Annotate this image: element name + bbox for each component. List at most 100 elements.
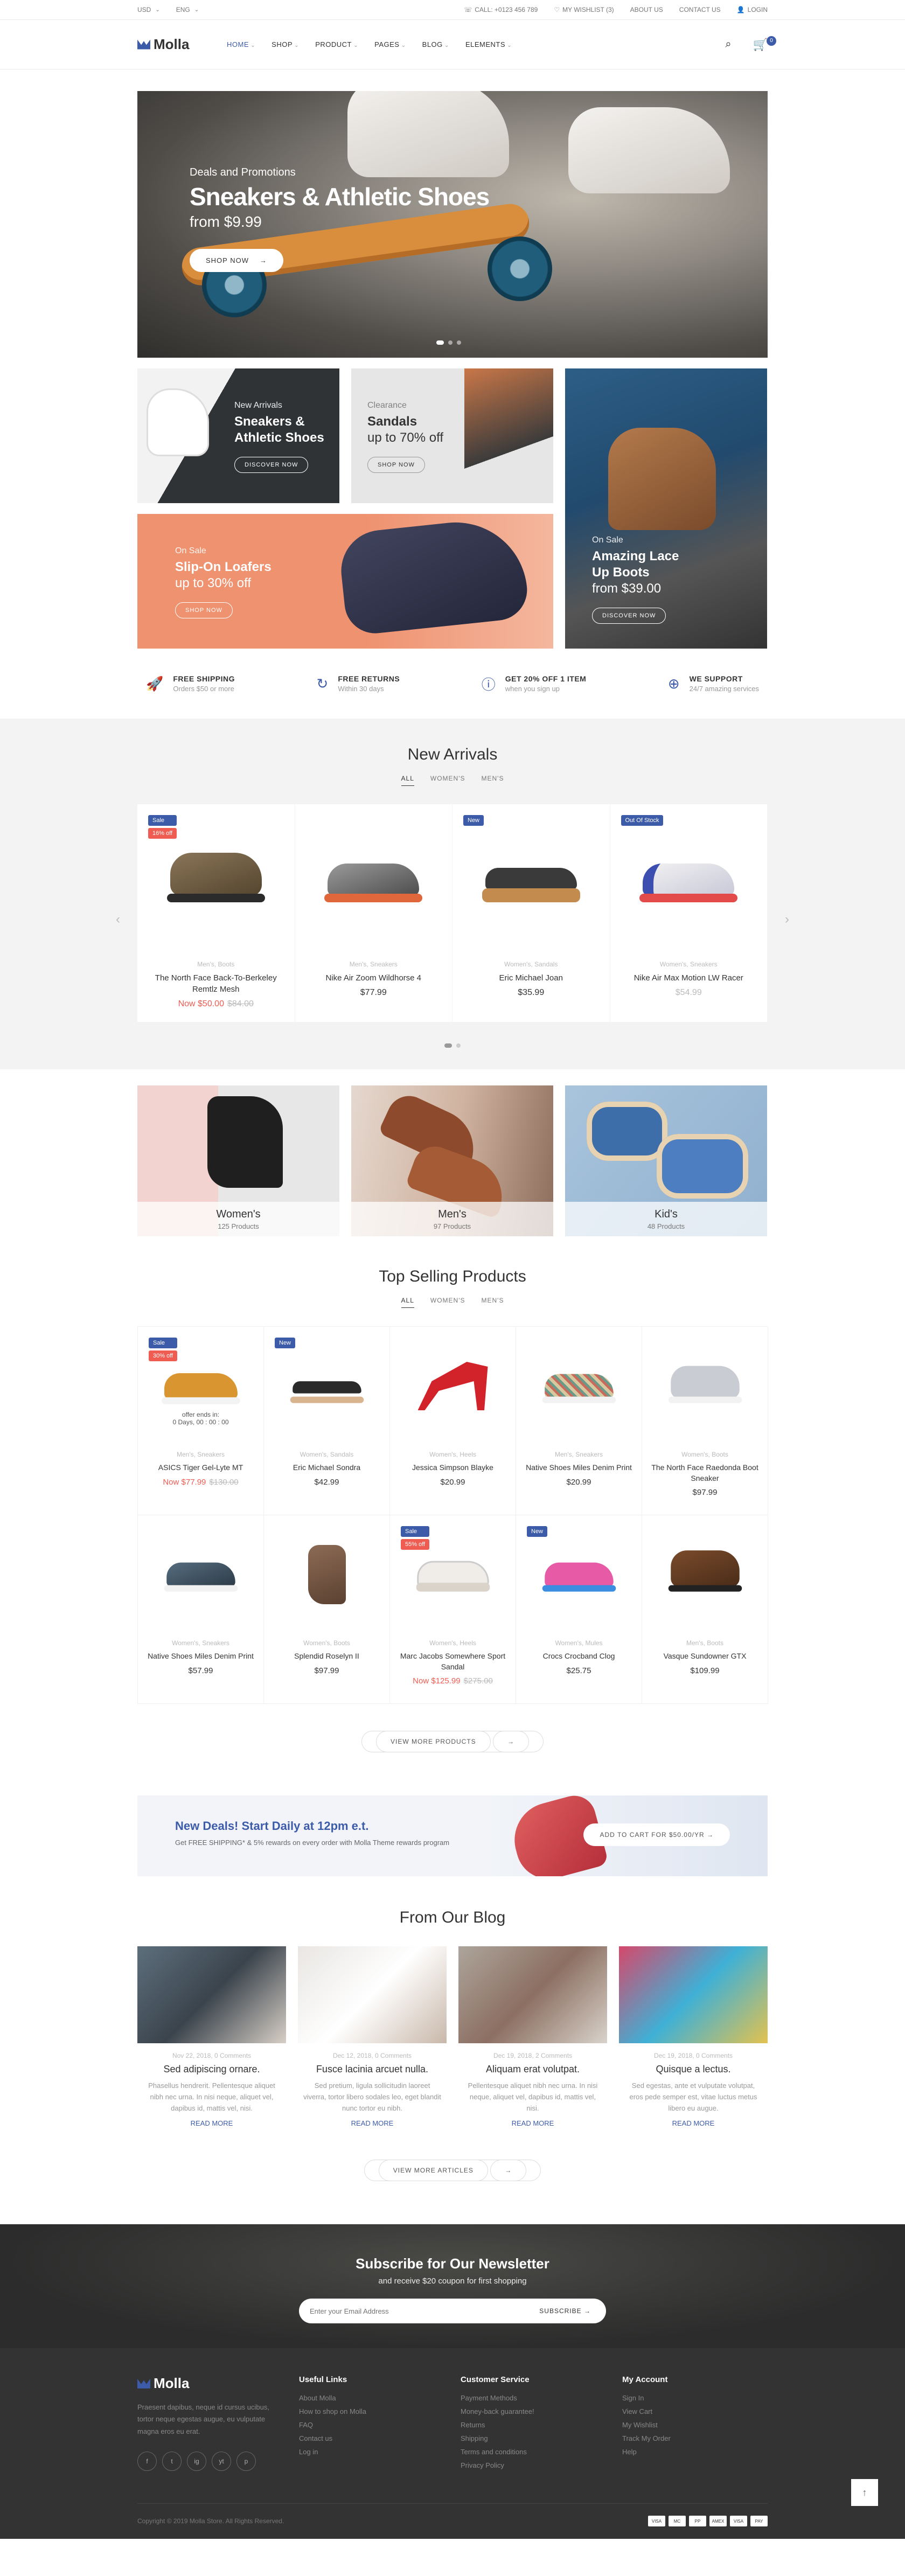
nav-elements[interactable]: ELEMENTS <box>465 40 512 48</box>
view-more-articles-button[interactable]: VIEW MORE ARTICLES → <box>364 2160 541 2182</box>
footer-link[interactable]: About Molla <box>299 2394 461 2402</box>
product-name[interactable]: Crocs Crocband Clog <box>516 1651 642 1662</box>
instagram-icon[interactable]: ig <box>187 2451 206 2471</box>
footer-link[interactable]: Contact us <box>299 2434 461 2442</box>
product-card[interactable]: Sale 55% off Women's, Heels Marc Jacobs S… <box>390 1515 516 1704</box>
tab-mens[interactable]: MEN'S <box>482 1297 504 1308</box>
footer-link[interactable]: Help <box>622 2448 768 2456</box>
phone-link[interactable]: ☏ CALL: +0123 456 789 <box>464 6 538 13</box>
login-link[interactable]: 👤 LOGIN <box>737 6 768 13</box>
product-image[interactable] <box>642 1327 768 1445</box>
product-name[interactable]: Splendid Roselyn II <box>264 1651 389 1662</box>
banner-boots[interactable]: On Sale Amazing Lace Up Boots from $39.0… <box>565 368 767 649</box>
shop-now-button[interactable]: SHOP NOW <box>367 457 425 473</box>
pinterest-icon[interactable]: p <box>236 2451 256 2471</box>
chevron-left-icon[interactable]: ‹ <box>116 912 120 927</box>
site-logo[interactable]: Molla <box>137 36 227 53</box>
product-category[interactable]: Women's, Sandals <box>264 1451 389 1458</box>
product-category[interactable]: Men's, Boots <box>642 1639 768 1647</box>
product-image[interactable] <box>390 1327 516 1445</box>
read-more-link[interactable]: READ MORE <box>298 2119 447 2127</box>
tab-mens[interactable]: MEN'S <box>482 775 504 786</box>
currency-select[interactable]: USD <box>137 6 160 13</box>
footer-logo[interactable]: Molla <box>137 2375 299 2392</box>
product-image[interactable] <box>264 1515 389 1634</box>
footer-link[interactable]: Money-back guarantee! <box>461 2407 622 2415</box>
footer-link[interactable]: My Wishlist <box>622 2421 768 2429</box>
footer-link[interactable]: Sign In <box>622 2394 768 2402</box>
product-category[interactable]: Women's, Heels <box>390 1451 516 1458</box>
product-card[interactable]: Men's, Sneakers Native Shoes Miles Denim… <box>516 1327 642 1515</box>
language-select[interactable]: ENG <box>176 6 199 13</box>
facebook-icon[interactable]: f <box>137 2451 157 2471</box>
search-icon[interactable]: ⌕ <box>725 38 731 51</box>
product-name[interactable]: Eric Michael Joan <box>452 972 610 984</box>
subscribe-button[interactable]: SUBSCRIBE → <box>526 2307 604 2315</box>
footer-link[interactable]: Payment Methods <box>461 2394 622 2402</box>
product-category[interactable]: Women's, Sneakers <box>610 960 768 968</box>
product-name[interactable]: Eric Michael Sondra <box>264 1463 389 1473</box>
nav-blog[interactable]: BLOG <box>422 40 449 48</box>
category-kids[interactable]: Kid's 48 Products <box>565 1085 767 1236</box>
product-name[interactable]: Native Shoes Miles Denim Print <box>516 1463 642 1473</box>
nav-pages[interactable]: PAGES <box>374 40 406 48</box>
product-image[interactable] <box>610 804 768 955</box>
product-card[interactable]: New Women's, Sandals Eric Michael Sondra… <box>264 1327 390 1515</box>
nav-shop[interactable]: SHOP <box>272 40 299 48</box>
product-name[interactable]: ASICS Tiger Gel-Lyte MT <box>138 1463 263 1473</box>
slider-dot[interactable] <box>436 340 444 345</box>
product-card[interactable]: Women's, Boots Splendid Roselyn II $97.9… <box>264 1515 390 1704</box>
product-image[interactable] <box>452 804 610 955</box>
contact-link[interactable]: CONTACT US <box>679 6 721 13</box>
product-card[interactable]: Men's, Boots Vasque Sundowner GTX $109.9… <box>642 1515 768 1704</box>
product-name[interactable]: The North Face Back-To-Berkeley Remtlz M… <box>137 972 295 995</box>
youtube-icon[interactable]: yt <box>212 2451 231 2471</box>
product-image[interactable] <box>516 1327 642 1445</box>
product-card[interactable]: New Women's, Mules Crocs Crocband Clog $… <box>516 1515 642 1704</box>
product-category[interactable]: Men's, Sneakers <box>295 960 452 968</box>
shop-now-button[interactable]: SHOP NOW <box>175 602 233 618</box>
product-card[interactable]: Women's, Boots The North Face Raedonda B… <box>642 1327 768 1515</box>
nav-home[interactable]: HOME <box>227 40 255 48</box>
banner-new-arrivals[interactable]: New Arrivals Sneakers & Athletic Shoes D… <box>137 368 339 503</box>
product-name[interactable]: Jessica Simpson Blayke <box>390 1463 516 1473</box>
slider-dot[interactable] <box>457 340 461 345</box>
read-more-link[interactable]: READ MORE <box>619 2119 768 2127</box>
footer-link[interactable]: Returns <box>461 2421 622 2429</box>
post-image[interactable] <box>619 1946 768 2043</box>
hero-slider[interactable]: Deals and Promotions Sneakers & Athletic… <box>137 91 768 358</box>
footer-link[interactable]: Privacy Policy <box>461 2461 622 2469</box>
footer-link[interactable]: How to shop on Molla <box>299 2407 461 2415</box>
add-to-cart-button[interactable]: ADD TO CART FOR $50.00/YR → <box>583 1823 730 1846</box>
product-card[interactable]: Sale 30% off offer ends in: 0 Days, 00 : 0… <box>138 1327 264 1515</box>
product-category[interactable]: Women's, Mules <box>516 1639 642 1647</box>
view-more-products-button[interactable]: VIEW MORE PRODUCTS → <box>361 1731 544 1752</box>
discover-button[interactable]: DISCOVER NOW <box>592 608 666 624</box>
email-input[interactable] <box>310 2307 527 2315</box>
product-category[interactable]: Men's, Sneakers <box>516 1451 642 1458</box>
footer-link[interactable]: FAQ <box>299 2421 461 2429</box>
product-name[interactable]: Nike Air Max Motion LW Racer <box>610 972 768 984</box>
product-image[interactable] <box>138 1515 263 1634</box>
footer-link[interactable]: Terms and conditions <box>461 2448 622 2456</box>
product-name[interactable]: Nike Air Zoom Wildhorse 4 <box>295 972 452 984</box>
nav-product[interactable]: PRODUCT <box>315 40 358 48</box>
product-card[interactable]: Women's, Heels Jessica Simpson Blayke $2… <box>390 1327 516 1515</box>
tab-womens[interactable]: WOMEN'S <box>430 775 465 786</box>
post-title[interactable]: Fusce lacinia arcuet nulla. <box>298 2064 447 2075</box>
discover-button[interactable]: DISCOVER NOW <box>234 457 309 473</box>
hero-shop-button[interactable]: SHOP NOW → <box>190 249 283 272</box>
product-image[interactable] <box>295 804 452 955</box>
twitter-icon[interactable]: t <box>162 2451 182 2471</box>
footer-link[interactable]: View Cart <box>622 2407 768 2415</box>
product-card[interactable]: Sale 16% off Men's, Boots The North Face… <box>137 804 295 1022</box>
product-name[interactable]: The North Face Raedonda Boot Sneaker <box>642 1463 768 1484</box>
product-category[interactable]: Men's, Boots <box>137 960 295 968</box>
product-name[interactable]: Vasque Sundowner GTX <box>642 1651 768 1662</box>
banner-loafers[interactable]: On Sale Slip-On Loafers up to 30% off SH… <box>137 514 553 649</box>
carousel-dot[interactable] <box>444 1043 452 1048</box>
product-category[interactable]: Women's, Heels <box>390 1639 516 1647</box>
post-title[interactable]: Sed adipiscing ornare. <box>137 2064 286 2075</box>
category-mens[interactable]: Men's 97 Products <box>351 1085 553 1236</box>
post-title[interactable]: Quisque a lectus. <box>619 2064 768 2075</box>
